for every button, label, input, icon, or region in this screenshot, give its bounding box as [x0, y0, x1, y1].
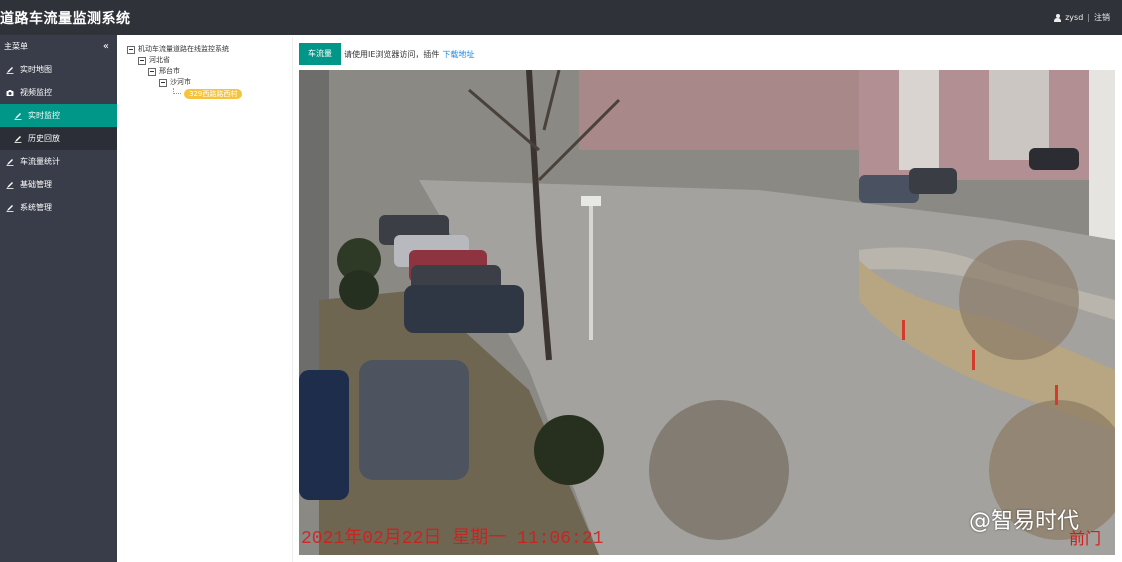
device-tree: 机动车流量道路在线监控系统 河北省 邢台市 沙河市 329西路路西村 — [127, 44, 243, 99]
user-area: zysd | 注销 — [1054, 12, 1110, 23]
collapse-toggle-icon[interactable] — [127, 45, 135, 54]
tab-traffic-flow[interactable]: 车流量 — [299, 43, 341, 65]
sidebar-item-live-monitor[interactable]: 实时监控 — [0, 104, 117, 127]
collapse-toggle-icon[interactable] — [159, 78, 167, 87]
pencil-icon — [6, 66, 14, 74]
pencil-icon — [6, 158, 14, 166]
sidebar-item-label: 实时监控 — [28, 111, 60, 120]
tree-node-root[interactable]: 机动车流量道路在线监控系统 — [127, 44, 242, 55]
pencil-icon — [14, 135, 22, 143]
top-bar: 道路车流量监测系统 zysd | 注销 — [0, 0, 1122, 35]
sidebar-item-label: 车流量统计 — [20, 157, 60, 166]
browser-notice: 请使用IE浏览器访问，插件 — [344, 49, 440, 59]
sidebar: 主菜单 « 实时地图 视频监控 实时监控 历史回放 车流量统计 基础管理 系统管… — [0, 35, 117, 562]
sidebar-item-realtime-map[interactable]: 实时地图 — [0, 58, 117, 81]
watermark: @智易时代 — [968, 509, 1079, 534]
camera-icon — [6, 89, 14, 97]
camera-frame — [299, 70, 1115, 555]
sidebar-item-traffic-stats[interactable]: 车流量统计 — [0, 150, 117, 173]
pencil-icon — [14, 112, 22, 120]
app-title: 道路车流量监测系统 — [0, 11, 131, 27]
tree-node-camera[interactable]: 329西路路西村 — [127, 88, 243, 99]
tree-label: 河北省 — [149, 56, 170, 64]
tree-connector — [173, 88, 181, 94]
sidebar-item-label: 系统管理 — [20, 203, 52, 212]
sidebar-item-playback[interactable]: 历史回放 — [0, 127, 117, 150]
sidebar-item-system-management[interactable]: 系统管理 — [0, 196, 117, 219]
sidebar-item-label: 实时地图 — [20, 65, 52, 74]
tree-label: 沙河市 — [170, 78, 191, 86]
menu-header: 主菜单 « — [0, 35, 117, 58]
download-link[interactable]: 下载地址 — [442, 49, 474, 60]
camera-leaf-badge[interactable]: 329西路路西村 — [184, 88, 243, 99]
separator: | — [1087, 13, 1090, 22]
sidebar-item-label: 视频监控 — [20, 88, 52, 97]
collapse-toggle-icon[interactable] — [138, 56, 146, 65]
tree-node-province[interactable]: 河北省 — [127, 55, 242, 66]
collapse-button[interactable]: « — [103, 41, 109, 52]
video-player[interactable]: 2021年02月22日 星期一 11:06:21 @智易时代 前门 — [299, 70, 1115, 555]
tree-label: 机动车流量道路在线监控系统 — [138, 45, 229, 53]
timestamp-overlay: 2021年02月22日 星期一 11:06:21 — [301, 529, 604, 549]
logout-link[interactable]: 注销 — [1094, 12, 1110, 23]
tab-row: 车流量 请使用IE浏览器访问，插件 下载地址 — [299, 43, 474, 65]
pencil-icon — [6, 181, 14, 189]
sidebar-item-label: 历史回放 — [28, 134, 60, 143]
user-icon — [1054, 13, 1062, 22]
username[interactable]: zysd — [1065, 13, 1083, 22]
tree-node-city[interactable]: 邢台市 — [127, 66, 242, 77]
sidebar-item-basic-management[interactable]: 基础管理 — [0, 173, 117, 196]
tree-node-district[interactable]: 沙河市 — [127, 77, 242, 88]
collapse-toggle-icon[interactable] — [148, 67, 156, 76]
camera-label-overlay: 前门 — [1068, 529, 1101, 548]
pencil-icon — [6, 204, 14, 212]
tree-label: 邢台市 — [159, 67, 180, 75]
sidebar-item-video-monitor[interactable]: 视频监控 — [0, 81, 117, 104]
menu-title: 主菜单 — [4, 42, 28, 51]
sidebar-item-label: 基础管理 — [20, 180, 52, 189]
